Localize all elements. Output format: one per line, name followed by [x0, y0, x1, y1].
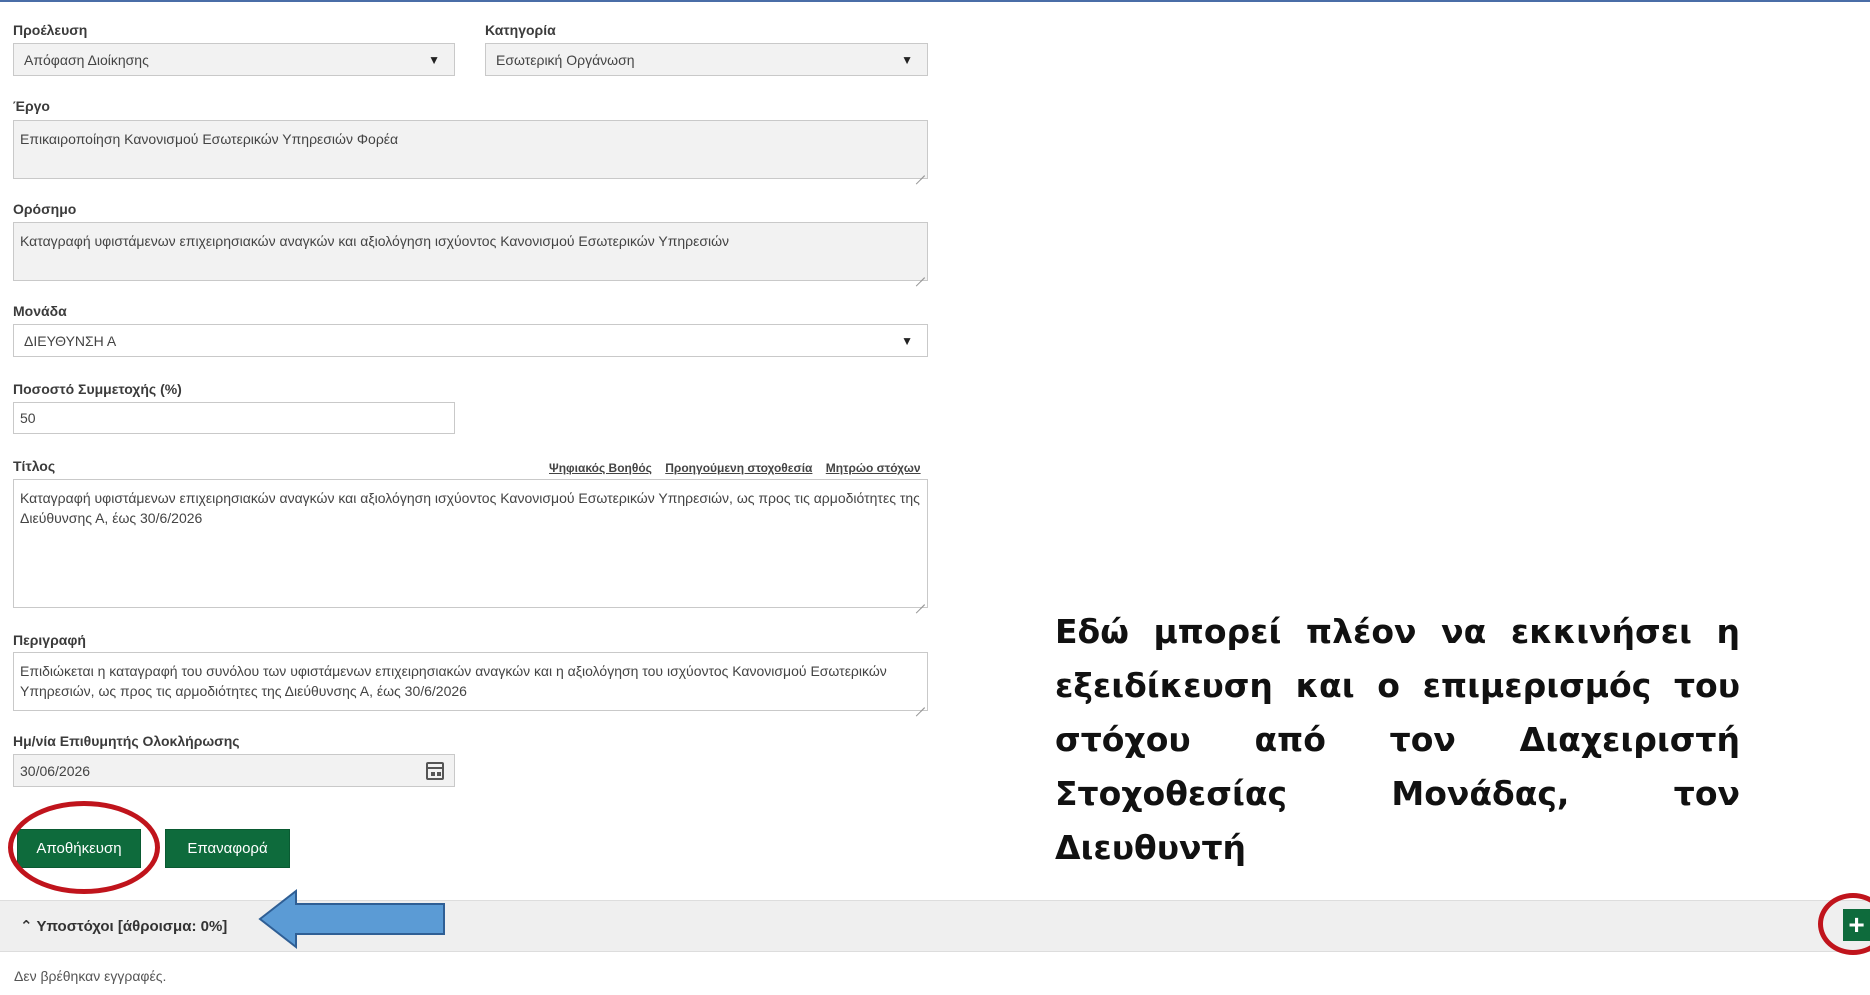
- due-date-value: 30/06/2026: [20, 762, 91, 779]
- resize-handle-icon[interactable]: [916, 699, 925, 708]
- top-rule: [0, 0, 1870, 2]
- description-textarea[interactable]: Επιδιώκεται η καταγραφή του συνόλου των …: [13, 652, 928, 711]
- triangle-down-icon: ▼: [901, 333, 913, 348]
- category-value: Εσωτερική Οργάνωση: [496, 51, 635, 68]
- milestone-value: Καταγραφή υφιστάμενων επιχειρησιακών ανα…: [20, 233, 730, 249]
- origin-select[interactable]: Απόφαση Διοίκησης ▼: [13, 43, 455, 76]
- triangle-down-icon: ▼: [428, 52, 440, 67]
- previous-goals-link[interactable]: Προηγούμενη στοχοθεσία: [665, 461, 812, 475]
- title-links: Ψηφιακός Βοηθός Προηγούμενη στοχοθεσία Μ…: [539, 461, 921, 475]
- project-textarea[interactable]: Επικαιροποίηση Κανονισμού Εσωτερικών Υπη…: [13, 120, 928, 179]
- participation-value: 50: [20, 410, 36, 426]
- participation-input[interactable]: 50: [13, 402, 455, 434]
- unit-value: ΔΙΕΥΘΥΝΣΗ Α: [24, 332, 117, 349]
- calendar-icon[interactable]: [426, 761, 444, 780]
- origin-label: Προέλευση: [13, 22, 88, 38]
- project-label: Έργο: [13, 98, 50, 114]
- category-select[interactable]: Εσωτερική Οργάνωση ▼: [485, 43, 928, 76]
- due-date-input[interactable]: 30/06/2026: [13, 754, 455, 787]
- resize-handle-icon[interactable]: [916, 167, 925, 176]
- subgoals-title: ⌃ Υποστόχοι [άθροισμα: 0%]: [20, 918, 228, 935]
- triangle-down-icon: ▼: [901, 52, 913, 67]
- save-highlight-ring: [8, 801, 160, 894]
- subgoals-empty-message: Δεν βρέθηκαν εγγραφές.: [14, 968, 167, 984]
- digital-assistant-link[interactable]: Ψηφιακός Βοηθός: [549, 461, 652, 475]
- title-value: Καταγραφή υφιστάμενων επιχειρησιακών ανα…: [20, 490, 920, 526]
- blue-arrow-annotation: [258, 888, 445, 950]
- unit-select[interactable]: ΔΙΕΥΘΥΝΣΗ Α ▼: [13, 324, 928, 357]
- project-value: Επικαιροποίηση Κανονισμού Εσωτερικών Υπη…: [20, 131, 399, 147]
- title-label: Τίτλος: [13, 458, 56, 474]
- milestone-textarea[interactable]: Καταγραφή υφιστάμενων επιχειρησιακών ανα…: [13, 222, 928, 281]
- resize-handle-icon[interactable]: [916, 596, 925, 605]
- due-date-label: Ημ/νία Επιθυμητής Ολοκλήρωσης: [13, 733, 240, 749]
- participation-label: Ποσοστό Συμμετοχής (%): [13, 381, 182, 397]
- unit-label: Μονάδα: [13, 303, 67, 319]
- description-label: Περιγραφή: [13, 632, 86, 648]
- callout-text: Εδώ μπορεί πλέον να εκκινήσει η εξειδίκε…: [1055, 612, 1740, 867]
- description-value: Επιδιώκεται η καταγραφή του συνόλου των …: [20, 663, 887, 699]
- goals-registry-link[interactable]: Μητρώο στόχων: [826, 461, 921, 475]
- title-textarea[interactable]: Καταγραφή υφιστάμενων επιχειρησιακών ανα…: [13, 479, 928, 608]
- resize-handle-icon[interactable]: [916, 269, 925, 278]
- origin-value: Απόφαση Διοίκησης: [24, 51, 149, 68]
- category-label: Κατηγορία: [485, 22, 556, 38]
- reset-button[interactable]: Επαναφορά: [165, 829, 290, 868]
- milestone-label: Ορόσημο: [13, 201, 77, 217]
